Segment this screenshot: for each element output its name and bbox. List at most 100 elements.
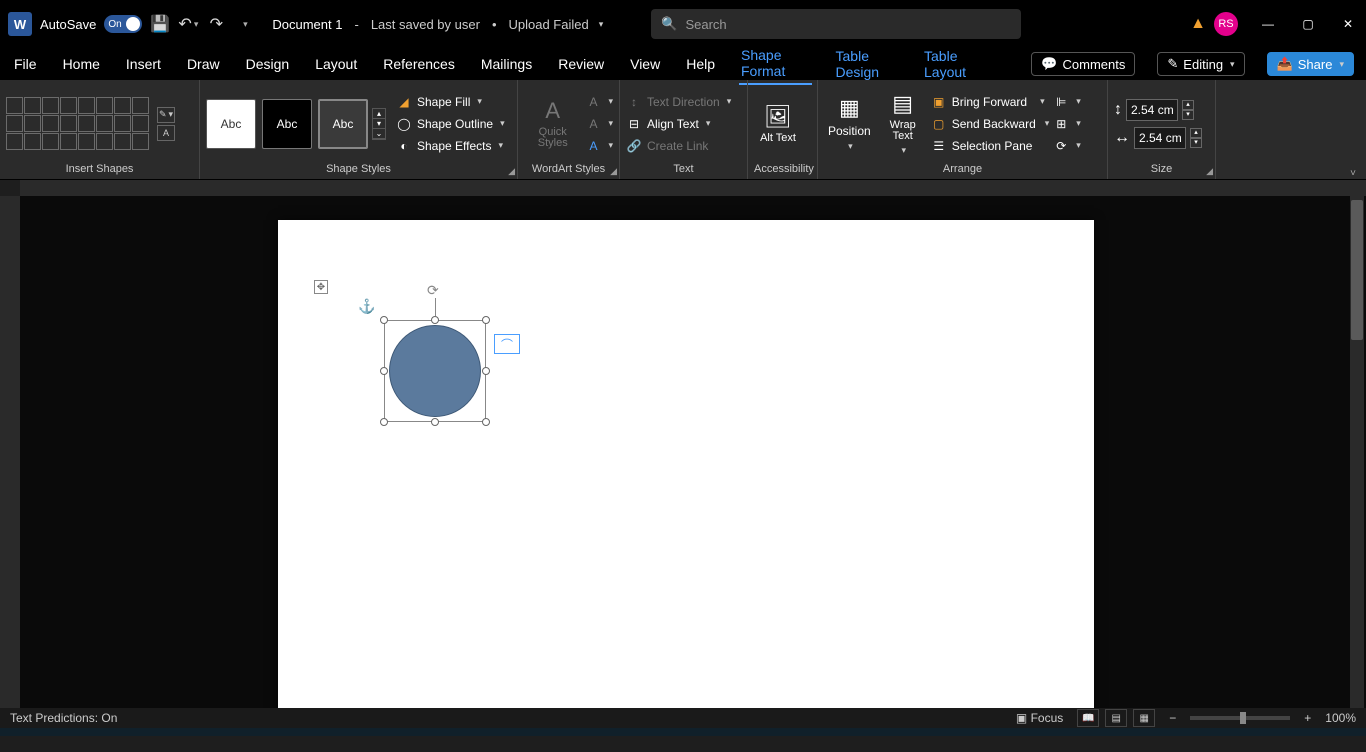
text-predictions-status[interactable]: Text Predictions: On (10, 711, 117, 725)
tab-review[interactable]: Review (556, 52, 606, 76)
zoom-in-button[interactable]: + (1304, 711, 1311, 725)
close-button[interactable]: ✕ (1338, 17, 1358, 31)
tab-home[interactable]: Home (61, 52, 102, 76)
style-gallery-more[interactable]: ▴▾⌄ (372, 108, 386, 140)
selected-oval-shape[interactable]: ⟳ ⌒ (384, 320, 486, 422)
title-bar: W AutoSave On 💾 ↶▾ ↷ ▾ Document 1 - Last… (0, 0, 1366, 48)
anchor-icon[interactable]: ⚓ (358, 298, 375, 315)
save-icon[interactable]: 💾 (150, 14, 170, 34)
share-button[interactable]: 📤Share▾ (1267, 52, 1354, 76)
layout-options-button[interactable]: ⌒ (494, 334, 520, 354)
tab-help[interactable]: Help (684, 52, 717, 76)
print-layout-button[interactable]: ▤ (1105, 709, 1127, 727)
upload-status[interactable]: Upload Failed (509, 17, 589, 32)
resize-handle[interactable] (380, 316, 388, 324)
bucket-icon: ◢ (396, 94, 412, 110)
position-icon: ▦ (839, 95, 860, 121)
shape-outline-button[interactable]: ◯Shape Outline▾ (396, 116, 505, 132)
tab-table-layout[interactable]: Table Layout (922, 44, 987, 84)
focus-mode-button[interactable]: ▣ Focus (1016, 711, 1063, 725)
tab-file[interactable]: File (12, 52, 39, 76)
shape-effects-button[interactable]: ◐Shape Effects▾ (396, 138, 505, 154)
text-box-button[interactable]: A (157, 125, 175, 141)
edit-shape-button[interactable]: ✎▾ (157, 107, 175, 123)
share-icon: 📤 (1277, 56, 1293, 72)
document-canvas[interactable]: ✥ ⚓ ⟳ ⌒ (20, 196, 1366, 708)
group-button[interactable]: ⊞▾ (1053, 116, 1081, 132)
alt-text-icon: 🖼 (764, 104, 792, 130)
resize-handle[interactable] (380, 418, 388, 426)
document-name[interactable]: Document 1 (272, 17, 342, 32)
shape-fill-button[interactable]: ◢Shape Fill▾ (396, 94, 505, 110)
undo-icon[interactable]: ↶▾ (178, 14, 198, 34)
shape-height-input[interactable]: ↕ ▴▾ (1114, 99, 1202, 121)
search-input[interactable]: 🔍 Search (651, 9, 1021, 39)
read-mode-button[interactable]: 📖 (1077, 709, 1099, 727)
resize-handle[interactable] (482, 418, 490, 426)
rotate-button[interactable]: ⟳▾ (1053, 138, 1081, 154)
ribbon-tabs: File Home Insert Draw Design Layout Refe… (0, 48, 1366, 80)
qat-customize-icon[interactable]: ▾ (234, 14, 254, 34)
group-label-wordart: WordArt Styles (524, 163, 613, 177)
resize-handle[interactable] (431, 418, 439, 426)
style-preset-1[interactable]: Abc (206, 99, 256, 149)
shapes-gallery[interactable] (6, 97, 149, 150)
wordart-icon: A (545, 98, 560, 124)
wordart-launcher[interactable]: ◢ (610, 166, 617, 177)
wrap-text-button[interactable]: ▤ Wrap Text▾ (879, 89, 927, 158)
position-button[interactable]: ▦ Position▾ (824, 93, 875, 154)
send-backward-button[interactable]: ▢Send Backward▾ (931, 116, 1050, 132)
ribbon: ✎▾ A Insert Shapes Abc Abc Abc ▴▾⌄ ◢Shap… (0, 80, 1366, 180)
shape-width-input[interactable]: ↔ ▴▾ (1114, 127, 1202, 149)
redo-icon[interactable]: ↷ (206, 14, 226, 34)
bring-forward-button[interactable]: ▣Bring Forward▾ (931, 94, 1050, 110)
tab-draw[interactable]: Draw (185, 52, 222, 76)
page[interactable]: ✥ ⚓ ⟳ ⌒ (278, 220, 1094, 708)
style-preset-2[interactable]: Abc (262, 99, 312, 149)
zoom-level[interactable]: 100% (1325, 711, 1356, 725)
tab-shape-format[interactable]: Shape Format (739, 43, 812, 85)
text-effects-button[interactable]: A▾ (585, 138, 613, 154)
group-label-arrange: Arrange (824, 163, 1101, 177)
align-button[interactable]: ⊫▾ (1053, 94, 1081, 110)
comments-button[interactable]: 💬Comments (1031, 52, 1135, 76)
align-text-button[interactable]: ⊟Align Text▾ (626, 116, 731, 132)
tab-view[interactable]: View (628, 52, 662, 76)
tab-design[interactable]: Design (244, 52, 292, 76)
vertical-scrollbar[interactable] (1350, 196, 1364, 708)
autosave-label: AutoSave (40, 17, 96, 32)
bring-forward-icon: ▣ (931, 94, 947, 110)
size-launcher[interactable]: ◢ (1206, 166, 1213, 177)
zoom-out-button[interactable]: − (1169, 711, 1176, 725)
scrollbar-thumb[interactable] (1351, 200, 1363, 340)
shape-style-gallery[interactable]: Abc Abc Abc (206, 99, 368, 149)
tab-table-design[interactable]: Table Design (834, 44, 901, 84)
autosave-toggle[interactable]: On (104, 15, 142, 33)
tab-layout[interactable]: Layout (313, 52, 359, 76)
tab-insert[interactable]: Insert (124, 52, 163, 76)
user-avatar[interactable]: RS (1214, 12, 1238, 36)
minimize-button[interactable]: — (1258, 17, 1278, 31)
status-bar: Text Predictions: On ▣ Focus 📖 ▤ ▦ − + 1… (0, 708, 1366, 728)
maximize-button[interactable]: ▢ (1298, 17, 1318, 31)
selection-pane-icon: ☰ (931, 138, 947, 154)
warning-icon[interactable]: ▲ (1190, 15, 1206, 33)
horizontal-ruler[interactable] (20, 180, 1366, 196)
resize-handle[interactable] (482, 316, 490, 324)
vertical-ruler[interactable] (0, 196, 20, 708)
zoom-slider[interactable] (1190, 716, 1290, 720)
selection-pane-button[interactable]: ☰Selection Pane (931, 138, 1050, 154)
shape-styles-launcher[interactable]: ◢ (508, 166, 515, 177)
rotate-handle[interactable]: ⟳ (427, 282, 443, 298)
group-label-size: Size (1114, 163, 1209, 177)
alt-text-button[interactable]: 🖼 Alt Text (754, 102, 802, 146)
tab-references[interactable]: References (381, 52, 457, 76)
editing-mode-button[interactable]: ✎Editing▾ (1157, 52, 1244, 76)
tab-mailings[interactable]: Mailings (479, 52, 534, 76)
resize-handle[interactable] (380, 367, 388, 375)
style-preset-3[interactable]: Abc (318, 99, 368, 149)
resize-handle[interactable] (482, 367, 490, 375)
move-handle-icon[interactable]: ✥ (314, 280, 328, 294)
web-layout-button[interactable]: ▦ (1133, 709, 1155, 727)
resize-handle[interactable] (431, 316, 439, 324)
